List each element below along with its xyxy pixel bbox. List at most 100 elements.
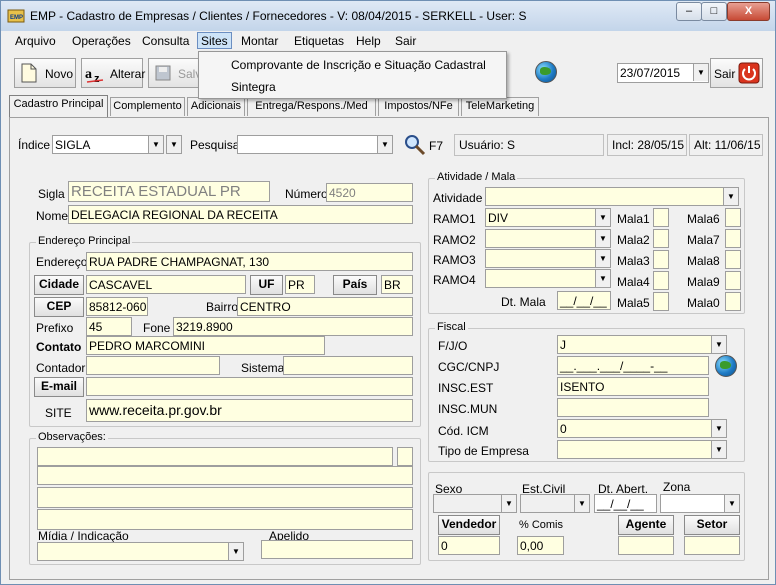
mala8-check[interactable]	[725, 250, 741, 269]
dt-mala-field[interactable]: __/__/__	[557, 291, 611, 310]
cod-icm-select[interactable]: 0 ▼	[557, 419, 727, 438]
menu-help[interactable]: Help	[356, 34, 381, 48]
novo-button[interactable]: Novo	[14, 58, 76, 88]
mala5-label: Mala5	[617, 296, 650, 310]
menu-sair[interactable]: Sair	[395, 34, 416, 48]
mala3-check[interactable]	[653, 250, 669, 269]
zona-select[interactable]: ▼	[660, 494, 740, 513]
pesquisa-select[interactable]: ▼	[237, 135, 393, 154]
alterar-button[interactable]: a z Alterar	[81, 58, 145, 88]
mala1-check[interactable]	[653, 208, 669, 227]
sistema-field[interactable]	[283, 356, 413, 375]
insc-est-field[interactable]: ISENTO	[557, 377, 709, 396]
obs-line-2[interactable]	[37, 466, 413, 485]
menu-item-sintegra[interactable]: Sintegra	[231, 80, 276, 94]
tab-telemarketing[interactable]: TeleMarketing	[461, 97, 539, 116]
insc-mun-label: INSC.MUN	[438, 402, 498, 416]
menu-consulta[interactable]: Consulta	[142, 34, 189, 48]
numero-label: Número	[285, 187, 328, 201]
obs-line-3[interactable]	[37, 487, 413, 508]
setor-field[interactable]	[684, 536, 740, 555]
ramo4-select[interactable]: ▼	[485, 269, 611, 288]
cgc-field[interactable]: __.___.___/____-__	[557, 356, 709, 375]
comis-field[interactable]: 0,00	[517, 536, 564, 555]
obs-line-1[interactable]	[37, 447, 393, 466]
menu-montar[interactable]: Montar	[241, 34, 278, 48]
sair-button[interactable]: Sair	[710, 58, 763, 88]
indice-order-select[interactable]: ▼	[166, 135, 182, 154]
mala1-label: Mala1	[617, 212, 650, 226]
setor-button[interactable]: Setor	[684, 515, 740, 535]
tipo-empresa-select[interactable]: ▼	[557, 440, 727, 459]
uf-button[interactable]: UF	[250, 275, 283, 295]
pais-button[interactable]: País	[333, 275, 377, 295]
mala6-check[interactable]	[725, 208, 741, 227]
midia-select[interactable]: ▼	[37, 542, 244, 561]
mala0-check[interactable]	[725, 292, 741, 311]
cidade-button[interactable]: Cidade	[34, 275, 84, 295]
obs-check[interactable]	[397, 447, 413, 466]
mala2-check[interactable]	[653, 229, 669, 248]
sigla-field[interactable]: RECEITA ESTADUAL PR	[68, 181, 270, 202]
pais-field[interactable]: BR	[381, 275, 413, 294]
menu-etiquetas[interactable]: Etiquetas	[294, 34, 344, 48]
tab-adicionais[interactable]: Adicionais	[187, 97, 245, 116]
ramo3-select[interactable]: ▼	[485, 249, 611, 268]
cep-button[interactable]: CEP	[34, 297, 84, 317]
agente-field[interactable]	[618, 536, 674, 555]
menu-arquivo[interactable]: Arquivo	[15, 34, 56, 48]
indice-select[interactable]: SIGLA ▼	[52, 135, 164, 154]
email-button[interactable]: E-mail	[34, 377, 84, 397]
menu-bar: Arquivo Operações Consulta Sites Montar …	[1, 31, 775, 51]
ramo2-select[interactable]: ▼	[485, 229, 611, 248]
new-document-icon	[21, 63, 37, 83]
contador-field[interactable]	[86, 356, 220, 375]
uf-field[interactable]: PR	[285, 275, 315, 294]
agente-button[interactable]: Agente	[618, 515, 674, 535]
main-window: EMP EMP - Cadastro de Empresas / Cliente…	[0, 0, 776, 585]
minimize-button[interactable]: –	[676, 2, 702, 21]
tab-impostos[interactable]: Impostos/NFe	[378, 97, 459, 116]
cidade-field[interactable]: CASCAVEL	[86, 275, 246, 294]
globe-icon[interactable]	[715, 355, 737, 377]
menu-sites[interactable]: Sites	[197, 32, 232, 49]
mala9-check[interactable]	[725, 271, 741, 290]
search-icon[interactable]	[404, 134, 426, 156]
vendedor-field[interactable]: 0	[438, 536, 500, 555]
tab-entrega[interactable]: Entrega/Respons./Med	[247, 97, 376, 116]
dt-abert-field[interactable]: __/__/__	[594, 494, 657, 513]
endereco-field[interactable]: RUA PADRE CHAMPAGNAT, 130	[86, 252, 413, 271]
cep-field[interactable]: 85812-060	[86, 297, 148, 316]
nome-field[interactable]: DELEGACIA REGIONAL DA RECEITA	[68, 205, 413, 224]
maximize-button[interactable]: □	[701, 2, 727, 21]
mala7-check[interactable]	[725, 229, 741, 248]
close-button[interactable]: X	[727, 2, 770, 21]
mala4-check[interactable]	[653, 271, 669, 290]
site-field[interactable]: www.receita.pr.gov.br	[86, 399, 413, 422]
salvar-button[interactable]: Salv	[148, 58, 201, 88]
insc-mun-field[interactable]	[557, 398, 709, 417]
bairro-field[interactable]: CENTRO	[237, 297, 413, 316]
vendedor-button[interactable]: Vendedor	[438, 515, 500, 535]
est-civil-select[interactable]: ▼	[520, 494, 590, 513]
apelido-field[interactable]	[261, 540, 413, 559]
sexo-select[interactable]: ▼	[433, 494, 517, 513]
prefixo-field[interactable]: 45	[86, 317, 132, 336]
email-field[interactable]	[86, 377, 413, 396]
ramo1-select[interactable]: DIV ▼	[485, 208, 611, 227]
fone-field[interactable]: 3219.8900	[173, 317, 413, 336]
numero-field[interactable]: 4520	[326, 183, 413, 202]
title-bar: EMP EMP - Cadastro de Empresas / Cliente…	[1, 1, 775, 31]
date-select[interactable]: 23/07/2015 ▼	[617, 63, 709, 83]
contato-field[interactable]: PEDRO MARCOMINI	[86, 336, 325, 355]
obs-line-4[interactable]	[37, 509, 413, 530]
ramo2-label: RAMO2	[433, 233, 476, 247]
tab-cadastro-principal[interactable]: Cadastro Principal	[9, 95, 108, 117]
fjo-select[interactable]: J ▼	[557, 335, 727, 354]
menu-item-comprovante[interactable]: Comprovante de Inscrição e Situação Cada…	[231, 58, 486, 72]
tab-complemento[interactable]: Complemento	[110, 97, 185, 116]
globe-icon[interactable]	[535, 61, 557, 83]
atividade-select[interactable]: ▼	[485, 187, 739, 206]
menu-operacoes[interactable]: Operações	[72, 34, 131, 48]
mala5-check[interactable]	[653, 292, 669, 311]
